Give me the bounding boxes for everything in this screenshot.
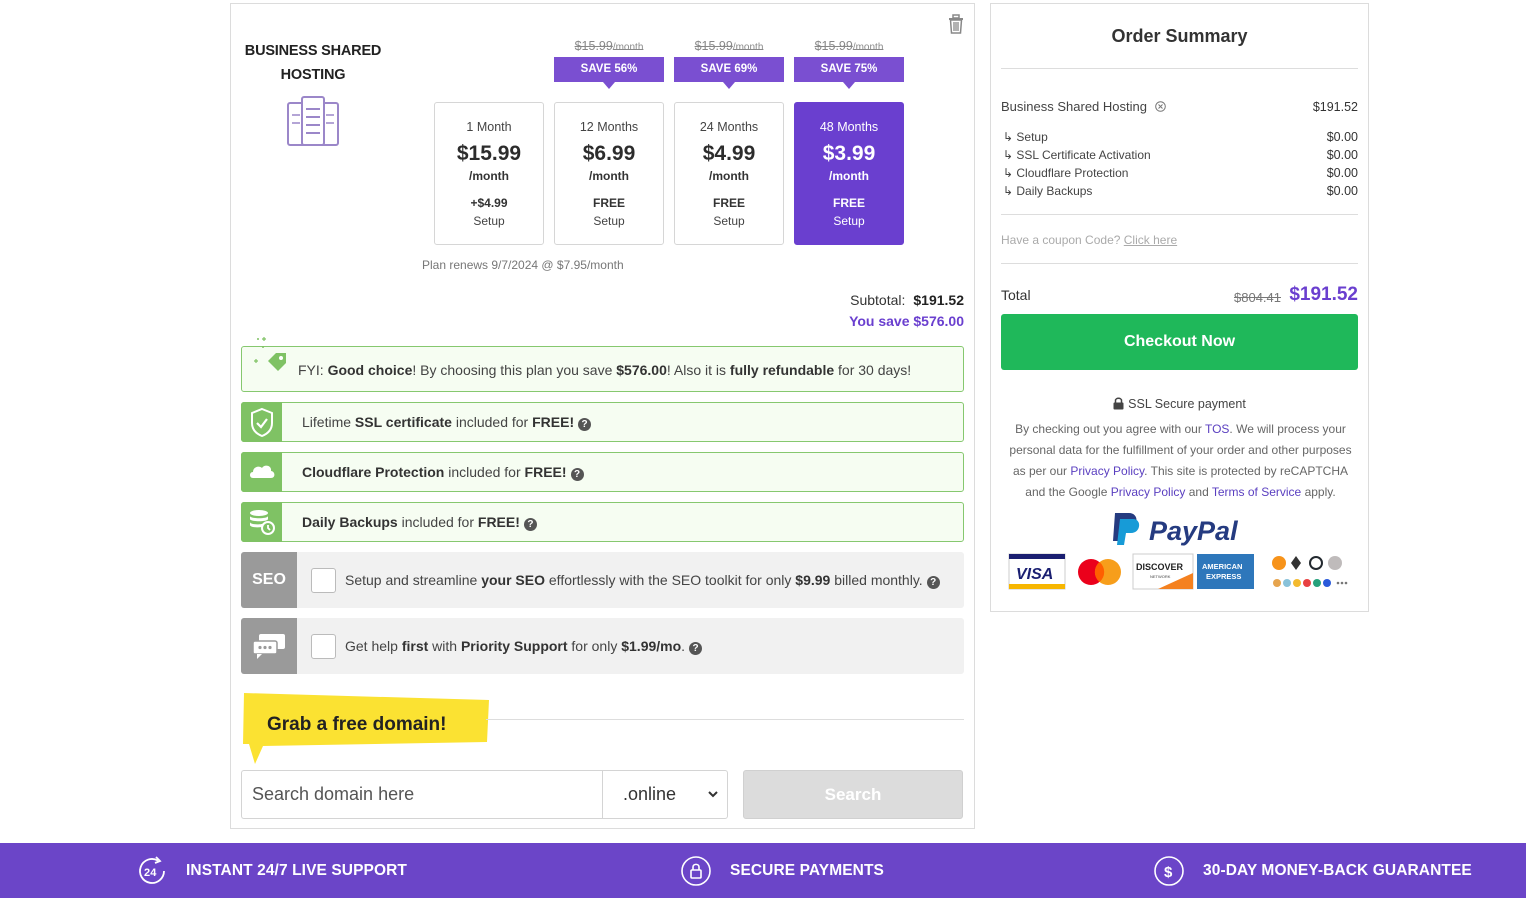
total-label: Total bbox=[1001, 287, 1031, 303]
order-subitem-price: $0.00 bbox=[1326, 184, 1358, 198]
help-icon[interactable]: ? bbox=[570, 468, 584, 481]
order-item-price: $191.52 bbox=[1312, 100, 1358, 114]
svg-text:24: 24 bbox=[144, 867, 157, 879]
feature-cloudflare: Cloudflare Protection included for FREE!… bbox=[241, 452, 964, 492]
feature-backups: Daily Backups included for FREE!? bbox=[241, 502, 964, 542]
dollar-circle-icon: $ bbox=[1154, 855, 1184, 886]
domain-search-input[interactable] bbox=[241, 770, 603, 819]
help-icon[interactable]: ? bbox=[689, 642, 703, 655]
help-icon[interactable]: ? bbox=[523, 518, 537, 531]
tld-select[interactable]: .online bbox=[602, 770, 728, 819]
order-summary-panel: Order Summary Business Shared Hosting $1… bbox=[990, 3, 1369, 612]
trash-icon[interactable] bbox=[947, 14, 965, 34]
save-badge: SAVE 69% bbox=[674, 57, 784, 89]
subtotal: Subtotal: $191.52 bbox=[850, 292, 964, 308]
amex-logo: AMERICAN EXPRESS bbox=[1197, 554, 1254, 589]
old-price: $15.99/month bbox=[814, 39, 884, 53]
coupon-prompt: Have a coupon Code? Click here bbox=[1001, 233, 1178, 247]
plan-selection-panel: BUSINESS SHARED HOSTING 1 Month $15.99 /… bbox=[230, 3, 975, 829]
help-icon[interactable]: ? bbox=[578, 418, 592, 431]
checkout-page: BUSINESS SHARED HOSTING 1 Month $15.99 /… bbox=[0, 0, 1526, 898]
svg-text:DISCOVER: DISCOVER bbox=[1136, 562, 1184, 572]
divider bbox=[1001, 263, 1358, 264]
total-old-price: $804.41 bbox=[1234, 290, 1281, 305]
order-subitem: ↳ Setup bbox=[1003, 130, 1048, 144]
privacy-policy-link[interactable]: Privacy Policy bbox=[1070, 464, 1144, 478]
svg-text:Grab a free domain!: Grab a free domain! bbox=[267, 714, 447, 735]
divider bbox=[1001, 68, 1358, 69]
visa-logo: VISA bbox=[1008, 553, 1066, 590]
product-title: BUSINESS SHARED HOSTING bbox=[244, 43, 382, 83]
mastercard-logo bbox=[1078, 559, 1121, 585]
coupon-link[interactable]: Click here bbox=[1124, 233, 1177, 247]
plan-renew-note: Plan renews 9/7/2024 @ $7.95/month bbox=[422, 258, 624, 272]
order-subitem: ↳ Daily Backups bbox=[1003, 184, 1093, 198]
total-price: $191.52 bbox=[1289, 284, 1358, 305]
cloud-icon bbox=[241, 452, 282, 492]
plan-card-1-month[interactable]: 1 Month $15.99 /month +$4.99 Setup bbox=[434, 102, 544, 245]
svg-text:$: $ bbox=[1164, 864, 1173, 881]
seo-icon: SEO bbox=[241, 552, 297, 608]
order-subitem-price: $0.00 bbox=[1326, 148, 1358, 162]
order-subitem-price: $0.00 bbox=[1326, 130, 1358, 144]
footer-money-back: $ 30-DAY MONEY-BACK GUARANTEE bbox=[1153, 843, 1472, 898]
google-privacy-link[interactable]: Privacy Policy bbox=[1111, 485, 1186, 499]
paypal-logo: PayPal bbox=[1113, 513, 1238, 546]
free-domain-banner: Grab a free domain! bbox=[243, 693, 489, 764]
footer-live-support: 24 INSTANT 24/7 LIVE SUPPORT bbox=[136, 843, 407, 898]
addon-seo: SEO Setup and streamline your SEO effort… bbox=[241, 552, 964, 608]
chevron-down-icon bbox=[708, 791, 718, 798]
google-terms-link[interactable]: Terms of Service bbox=[1212, 485, 1301, 499]
remove-circle-icon[interactable] bbox=[1154, 101, 1166, 112]
shield-lock-icon bbox=[241, 402, 282, 442]
feature-ssl: Lifetime SSL certificate included for FR… bbox=[241, 402, 964, 442]
order-subitem: ↳ SSL Certificate Activation bbox=[1003, 148, 1151, 162]
tos-link[interactable]: TOS bbox=[1205, 422, 1229, 436]
checkout-button[interactable]: Checkout Now bbox=[1001, 314, 1358, 370]
crypto-logos bbox=[1272, 556, 1348, 587]
help-icon[interactable]: ? bbox=[926, 576, 940, 589]
save-badge: SAVE 56% bbox=[554, 57, 664, 89]
fyi-notice: FYI: Good choice! By choosing this plan … bbox=[241, 337, 964, 392]
order-summary-title: Order Summary bbox=[1111, 26, 1248, 46]
domain-search-button[interactable]: Search bbox=[743, 770, 963, 819]
payment-methods: VISA DISCOVER NETWORK AMERICAN EXPRESS bbox=[1008, 553, 1348, 590]
database-backup-icon bbox=[241, 502, 282, 542]
svg-text:VISA: VISA bbox=[1016, 566, 1053, 583]
ssl-secure-note: SSL Secure payment bbox=[991, 397, 1368, 411]
divider bbox=[486, 719, 964, 720]
lock-icon bbox=[1113, 397, 1124, 410]
tag-sparkle-icon bbox=[254, 337, 286, 371]
old-price: $15.99/month bbox=[694, 39, 764, 53]
seo-checkbox[interactable] bbox=[311, 568, 336, 593]
save-badge: SAVE 75% bbox=[794, 57, 904, 89]
order-item: Business Shared Hosting bbox=[1001, 99, 1166, 114]
trust-footer: 24 INSTANT 24/7 LIVE SUPPORT SECURE PAYM… bbox=[0, 843, 1526, 898]
chat-support-icon bbox=[241, 618, 297, 674]
order-subitem: ↳ Cloudflare Protection bbox=[1003, 166, 1129, 180]
svg-text:NETWORK: NETWORK bbox=[1150, 574, 1171, 579]
old-price: $15.99/month bbox=[574, 39, 644, 53]
svg-text:EXPRESS: EXPRESS bbox=[1206, 572, 1241, 581]
legal-text: By checking out you agree with our TOS. … bbox=[1009, 422, 1352, 499]
plan-card-24-months[interactable]: 24 Months $4.99 /month FREE Setup bbox=[674, 102, 784, 245]
svg-text:AMERICAN: AMERICAN bbox=[1202, 562, 1242, 571]
divider bbox=[1001, 214, 1358, 215]
lock-circle-icon bbox=[681, 855, 711, 886]
priority-support-checkbox[interactable] bbox=[311, 634, 336, 659]
order-subitem-price: $0.00 bbox=[1326, 166, 1358, 180]
addon-priority-support: Get help first with Priority Support for… bbox=[241, 618, 964, 674]
discover-logo: DISCOVER NETWORK bbox=[1132, 553, 1194, 590]
server-documents-icon bbox=[287, 96, 339, 146]
plan-card-12-months[interactable]: 12 Months $6.99 /month FREE Setup bbox=[554, 102, 664, 245]
clock-24-icon: 24 bbox=[139, 855, 165, 884]
svg-text:PayPal: PayPal bbox=[1149, 516, 1238, 546]
footer-secure-payments: SECURE PAYMENTS bbox=[680, 843, 884, 898]
plan-card-48-months[interactable]: 48 Months $3.99 /month FREE Setup bbox=[794, 102, 904, 245]
you-save: You save $576.00 bbox=[849, 313, 964, 329]
